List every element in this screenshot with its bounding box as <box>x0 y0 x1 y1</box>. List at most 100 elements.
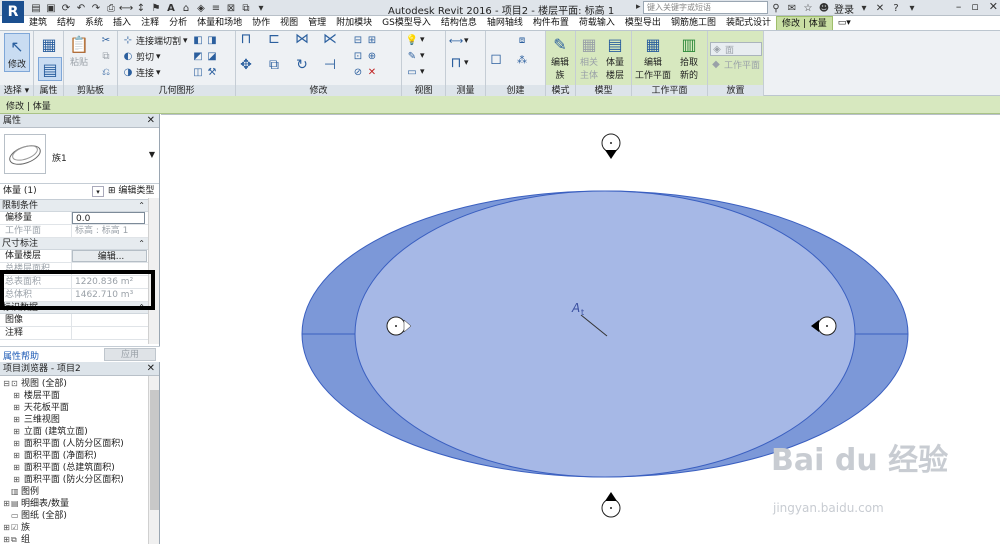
binoculars-icon[interactable]: ⚲ <box>770 3 782 15</box>
tree-item-legends[interactable]: ▥ 图例 <box>0 486 159 498</box>
match-button[interactable]: ⎌ <box>100 66 112 78</box>
create-similar-button[interactable]: ⁂ <box>516 54 528 66</box>
sync-icon[interactable]: ⟳ <box>60 2 72 14</box>
search-arrow-icon[interactable]: ▸ <box>636 2 641 12</box>
revit-logo-icon[interactable]: R <box>2 1 24 23</box>
tree-item-ceiling-plans[interactable]: ⊞ 天花板平面 <box>0 402 159 414</box>
trim-button[interactable]: ⊣ <box>324 57 336 73</box>
browser-scroll-thumb[interactable] <box>150 390 159 510</box>
search-input[interactable]: 键入关键字或短语 <box>643 1 768 14</box>
mass-floors-button[interactable]: ▤ 体量 楼层 <box>604 33 626 82</box>
group-dimensions[interactable]: 尺寸标注 ⌃ <box>0 238 159 250</box>
unpin-button[interactable]: ⊘ ✕ <box>352 66 378 78</box>
view-tool-button[interactable]: ▭ ▾ <box>406 66 424 78</box>
tree-item-floor-plans[interactable]: ⊞ 楼层平面 <box>0 390 159 402</box>
tab-model-export[interactable]: 模型导出 <box>620 16 666 30</box>
print-icon[interactable]: ⎙ <box>105 2 117 14</box>
tab-grid-axis[interactable]: 轴网轴线 <box>482 16 528 30</box>
tree-item-schedules[interactable]: ⊞▤ 明细表/数量 <box>0 498 159 510</box>
tab-massing-site[interactable]: 体量和场地 <box>192 16 247 30</box>
comments-field[interactable] <box>72 327 159 339</box>
face-button[interactable]: ◈ 面 <box>710 42 762 56</box>
create-part-button[interactable]: ◻ <box>490 51 502 67</box>
paste-button[interactable]: 📋 粘贴 <box>68 33 90 69</box>
dimension-button[interactable]: ⊓ ▾ <box>450 55 469 71</box>
tab-load-input[interactable]: 荷载输入 <box>574 16 620 30</box>
properties-scrollbar[interactable] <box>148 198 159 344</box>
type-properties-button[interactable]: ▤ <box>38 57 62 81</box>
tab-insert[interactable]: 插入 <box>108 16 136 30</box>
tab-analyze[interactable]: 分析 <box>164 16 192 30</box>
group-identity[interactable]: 标识数据 ⌃ <box>0 302 159 314</box>
maximize-icon[interactable]: ▫ <box>971 0 978 13</box>
section-icon[interactable]: ◈ <box>195 2 207 14</box>
offset-field[interactable]: 0.0 <box>72 212 145 224</box>
align-button[interactable]: ⊓ <box>240 31 252 47</box>
star-icon[interactable]: ☆ <box>802 3 814 15</box>
measure-button[interactable]: ⟷ ▾ <box>449 35 469 47</box>
properties-help-link[interactable]: 属性帮助 <box>3 349 39 362</box>
subscription-icon[interactable]: ✉ <box>786 3 798 15</box>
help-dropdown-icon[interactable]: ▾ <box>906 3 918 15</box>
edit-mass-floors-button[interactable]: 编辑... <box>72 250 147 262</box>
tab-structure[interactable]: 结构 <box>52 16 80 30</box>
host-button[interactable]: ▦ 相关 主体 <box>578 33 600 82</box>
qat-dropdown-icon[interactable]: ▾ <box>255 2 267 14</box>
edit-workplane-button[interactable]: ▦ 编辑 工作平面 <box>635 33 671 82</box>
elevation-marker-top-icon[interactable] <box>601 133 621 159</box>
drawing-canvas[interactable]: A t Bai du 经验 jingyan.baidu.com <box>161 114 1000 544</box>
switch-windows-icon[interactable]: ⧉ <box>240 2 252 14</box>
tree-item-views[interactable]: ⊟⊡ 视图 (全部) <box>0 378 159 390</box>
copy-button[interactable]: ⧉ <box>100 50 112 62</box>
close-icon[interactable]: ✕ <box>989 0 998 13</box>
tab-structure-info[interactable]: 结构信息 <box>436 16 482 30</box>
tree-item-3d-views[interactable]: ⊞ 三维视图 <box>0 414 159 426</box>
tab-addins[interactable]: 附加模块 <box>331 16 377 30</box>
help-icon[interactable]: ? <box>890 3 902 15</box>
ribbon-options-icon[interactable]: ▭▾ <box>833 16 856 30</box>
login-dropdown-icon[interactable]: ▾ <box>858 3 870 15</box>
thin-lines-icon[interactable]: ≡ <box>210 2 222 14</box>
tab-rebar-drawing[interactable]: 钢筋施工图 <box>666 16 721 30</box>
image-field[interactable] <box>72 314 159 326</box>
workplane-button[interactable]: ◆ 工作平面 <box>710 58 760 71</box>
tab-manage[interactable]: 管理 <box>303 16 331 30</box>
browser-scrollbar[interactable] <box>148 376 159 544</box>
tab-systems[interactable]: 系统 <box>80 16 108 30</box>
minimize-icon[interactable]: – <box>956 0 962 13</box>
open-icon[interactable]: ▤ <box>30 2 42 14</box>
type-selector[interactable]: 族1 ▼ <box>0 128 159 184</box>
tree-item-area-gross[interactable]: ⊞ 面积平面 (总建筑面积) <box>0 462 159 474</box>
3d-view-icon[interactable]: ⌂ <box>180 2 192 14</box>
properties-button[interactable]: ▦ <box>38 33 60 55</box>
elevation-marker-bottom-icon[interactable] <box>601 492 621 518</box>
redo-icon[interactable]: ↷ <box>90 2 102 14</box>
modify-button[interactable]: ↖ 修改 <box>4 33 30 72</box>
scale-button[interactable]: ⊡ ⊕ <box>352 50 378 62</box>
dimension-icon[interactable]: ↕ <box>135 2 147 14</box>
tab-gs-import[interactable]: GS模型导入 <box>377 16 436 30</box>
mirror-axis-button[interactable]: ⋈ <box>295 31 309 47</box>
geometry-tool-1[interactable]: ◧ ◨ <box>192 34 218 46</box>
close-icon[interactable]: ✕ <box>147 114 155 128</box>
tab-annotate[interactable]: 注释 <box>136 16 164 30</box>
tree-item-elevations[interactable]: ⊞ 立面 (建筑立面) <box>0 426 159 438</box>
tree-item-area-fire[interactable]: ⊞ 面积平面 (防火分区面积) <box>0 474 159 486</box>
tree-item-families[interactable]: ⊞☑ 族 <box>0 522 159 534</box>
apply-button[interactable]: 应用 <box>104 348 156 361</box>
pick-new-button[interactable]: ▥ 拾取 新的 <box>678 33 700 82</box>
move-button[interactable]: ✥ <box>240 57 252 73</box>
tab-architecture[interactable]: 建筑 <box>24 16 52 30</box>
offset-button[interactable]: ⊏ <box>268 31 280 47</box>
tab-prefab-design[interactable]: 装配式设计 <box>721 16 776 30</box>
tree-item-area-civil-defense[interactable]: ⊞ 面积平面 (人防分区面积) <box>0 438 159 450</box>
geometry-tool-3[interactable]: ◫ ⚒ <box>192 66 218 78</box>
tree-item-area-net[interactable]: ⊞ 面积平面 (净面积) <box>0 450 159 462</box>
tag-icon[interactable]: ⚑ <box>150 2 162 14</box>
undo-icon[interactable]: ↶ <box>75 2 87 14</box>
cut-clip-button[interactable]: ✂ <box>100 34 112 46</box>
instance-dropdown-icon[interactable]: ▾ <box>92 186 104 197</box>
linework-button[interactable]: ✎ ▾ <box>406 50 425 62</box>
group-constraints[interactable]: 限制条件 ⌃ <box>0 200 159 212</box>
split-button[interactable]: ⊟ ⊞ <box>352 34 378 46</box>
